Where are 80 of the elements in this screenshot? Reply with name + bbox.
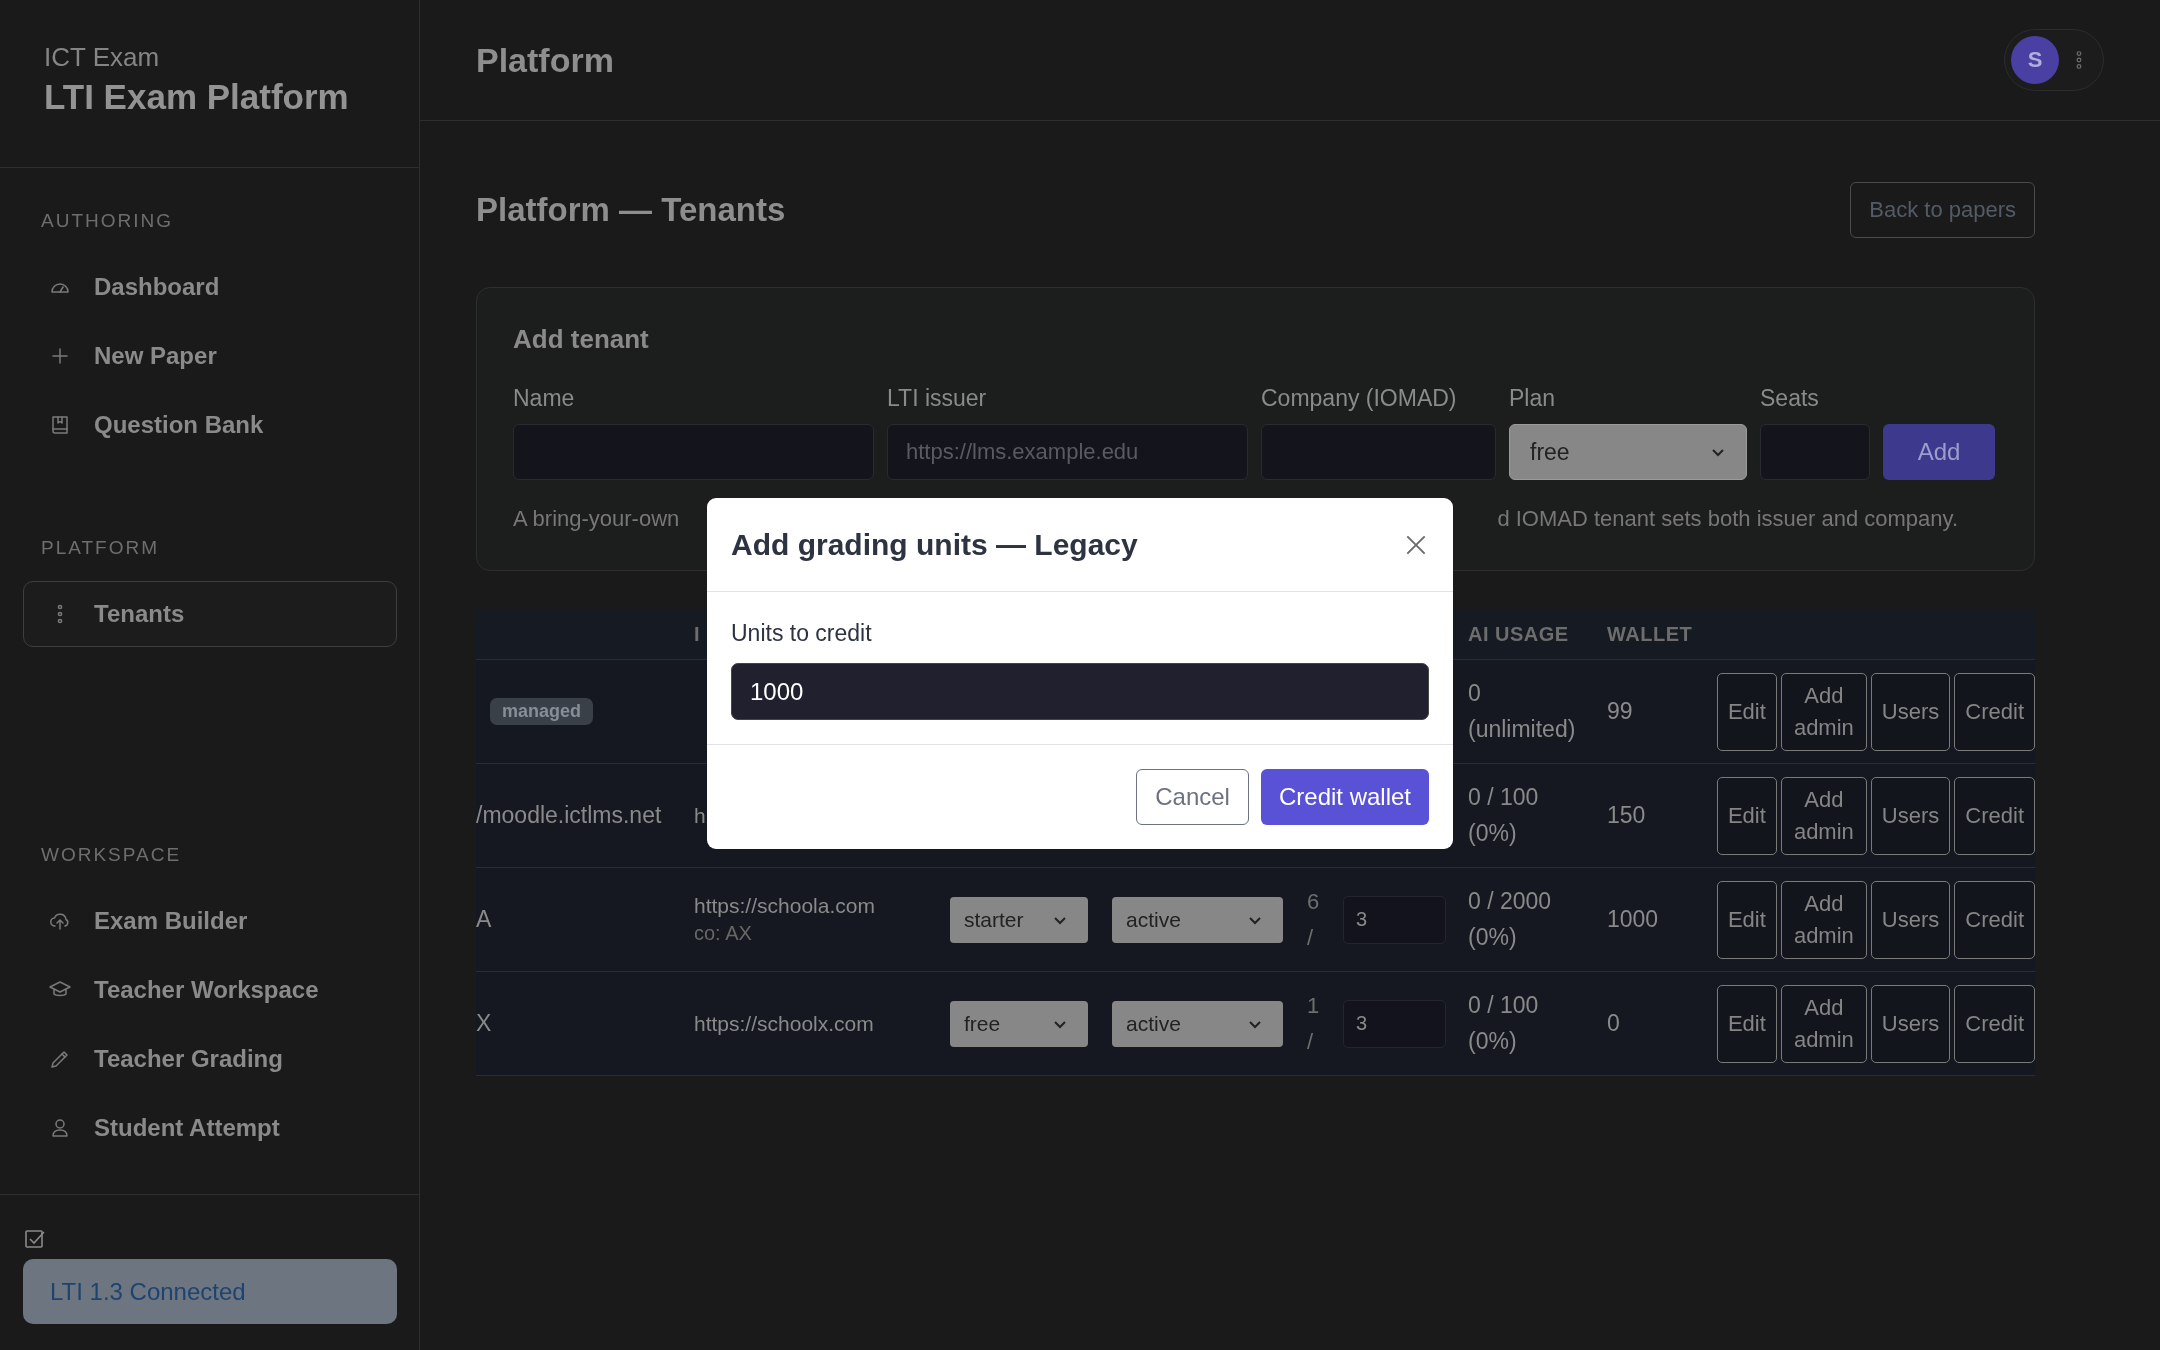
- dialog-title: Add grading units — Legacy: [731, 527, 1138, 562]
- plan-select[interactable]: starter: [950, 896, 1088, 943]
- user-menu[interactable]: S: [2004, 29, 2104, 91]
- status-select[interactable]: active: [1112, 896, 1283, 943]
- row-action-button[interactable]: Users: [1870, 776, 1951, 855]
- sidebar-item[interactable]: Tenants: [23, 581, 397, 647]
- sidebar-item[interactable]: Teacher Grading: [23, 1026, 397, 1092]
- table-cell: 0: [1607, 1010, 1620, 1037]
- help-text: d IOMAD tenant sets both issuer and company.: [1497, 506, 1958, 532]
- row-action-button[interactable]: Edit: [1716, 880, 1777, 959]
- back-button[interactable]: Back to papers: [1850, 182, 2035, 238]
- field-label: Seats: [1760, 385, 1820, 412]
- sidebar-item[interactable]: Student Attempt: [23, 1095, 397, 1161]
- row-action-button[interactable]: Credit: [1954, 672, 2035, 751]
- row-action-button[interactable]: Users: [1870, 984, 1951, 1063]
- table-cell: https://schoolx.com: [694, 1011, 874, 1036]
- card-title: Add tenant: [513, 324, 650, 355]
- column-header: I: [694, 622, 701, 645]
- row-action-button[interactable]: Add admin: [1780, 672, 1867, 751]
- table-cell-text: 0 (unlimited): [1468, 678, 1577, 744]
- plan-select[interactable]: free: [1509, 424, 1747, 480]
- sidebar-item[interactable]: New Paper: [23, 323, 397, 389]
- table-cell-text: 0 / 2000 (0%): [1468, 886, 1553, 952]
- row-action-button[interactable]: Users: [1870, 672, 1951, 751]
- sidebar-item[interactable]: Teacher Workspace: [23, 957, 397, 1023]
- table-cell: h: [694, 803, 706, 828]
- page-title: Platform — Tenants: [476, 191, 786, 229]
- cancel-button[interactable]: Cancel: [1136, 769, 1249, 825]
- checkbox-icon: [23, 1227, 47, 1251]
- table-cell: https://schoola.com: [694, 894, 875, 918]
- brand-subtitle: ICT Exam: [44, 42, 161, 73]
- plan-select[interactable]: free: [950, 1000, 1088, 1047]
- row-action-button[interactable]: Add admin: [1780, 984, 1867, 1063]
- table-cell-text: 0 / 100 (0%): [1468, 990, 1540, 1056]
- table-cell: 1000: [1607, 906, 1659, 933]
- seats-input[interactable]: 3: [1343, 999, 1446, 1048]
- row-action-button[interactable]: Edit: [1716, 672, 1777, 751]
- avatar: S: [2011, 36, 2059, 84]
- header-title: Platform: [476, 40, 614, 80]
- kebab-menu-icon: [2075, 49, 2083, 71]
- row-action-button[interactable]: Credit: [1954, 880, 2035, 959]
- table-cell: /moodle.ictlms.net: [476, 802, 662, 829]
- company-text: co: AX: [694, 922, 752, 945]
- section-heading: PLATFORM: [40, 537, 161, 559]
- sidebar-item[interactable]: Dashboard: [23, 254, 397, 320]
- status-select[interactable]: active: [1112, 1000, 1283, 1047]
- table-cell: X: [476, 1010, 492, 1037]
- column-header: WALLET: [1607, 622, 1693, 645]
- row-action-button[interactable]: Credit: [1954, 984, 2035, 1063]
- help-text: A bring-your-own: [513, 506, 680, 532]
- table-cell: 150: [1607, 802, 1646, 829]
- row-action-button[interactable]: Users: [1870, 880, 1951, 959]
- add-button[interactable]: Add: [1883, 424, 1995, 480]
- row-action-button[interactable]: Edit: [1716, 984, 1777, 1063]
- table-cell: 99: [1607, 698, 1633, 725]
- field-label: Name: [513, 385, 576, 412]
- row-action-button[interactable]: Edit: [1716, 776, 1777, 855]
- section-heading: WORKSPACE: [40, 844, 183, 866]
- field-label: Units to credit: [731, 620, 873, 647]
- field-label: LTI issuer: [887, 385, 988, 412]
- units-input[interactable]: 1000: [731, 663, 1429, 720]
- seats-used: 6 /: [1307, 888, 1321, 952]
- table-cell-text: 0 / 100 (0%): [1468, 782, 1540, 848]
- credit-wallet-button[interactable]: Credit wallet: [1260, 769, 1429, 825]
- field-label: Plan: [1509, 385, 1557, 412]
- field-label: Company (IOMAD): [1261, 385, 1458, 412]
- seats-input[interactable]: 3: [1343, 895, 1446, 944]
- sidebar-item[interactable]: Question Bank: [23, 392, 397, 458]
- section-heading: AUTHORING: [40, 210, 174, 232]
- sidebar-item[interactable]: Exam Builder: [23, 888, 397, 954]
- row-action-button[interactable]: Credit: [1954, 776, 2035, 855]
- dots-icon: [57, 604, 63, 624]
- column-header: AI USAGE: [1468, 622, 1569, 645]
- row-action-button[interactable]: Add admin: [1780, 776, 1867, 855]
- brand-title: LTI Exam Platform: [44, 77, 350, 117]
- input-field[interactable]: https://lms.example.edu: [887, 424, 1248, 480]
- managed-badge: managed: [490, 698, 594, 725]
- table-cell: A: [476, 906, 492, 933]
- seats-used: 1 /: [1307, 992, 1321, 1056]
- row-action-button[interactable]: Add admin: [1780, 880, 1867, 959]
